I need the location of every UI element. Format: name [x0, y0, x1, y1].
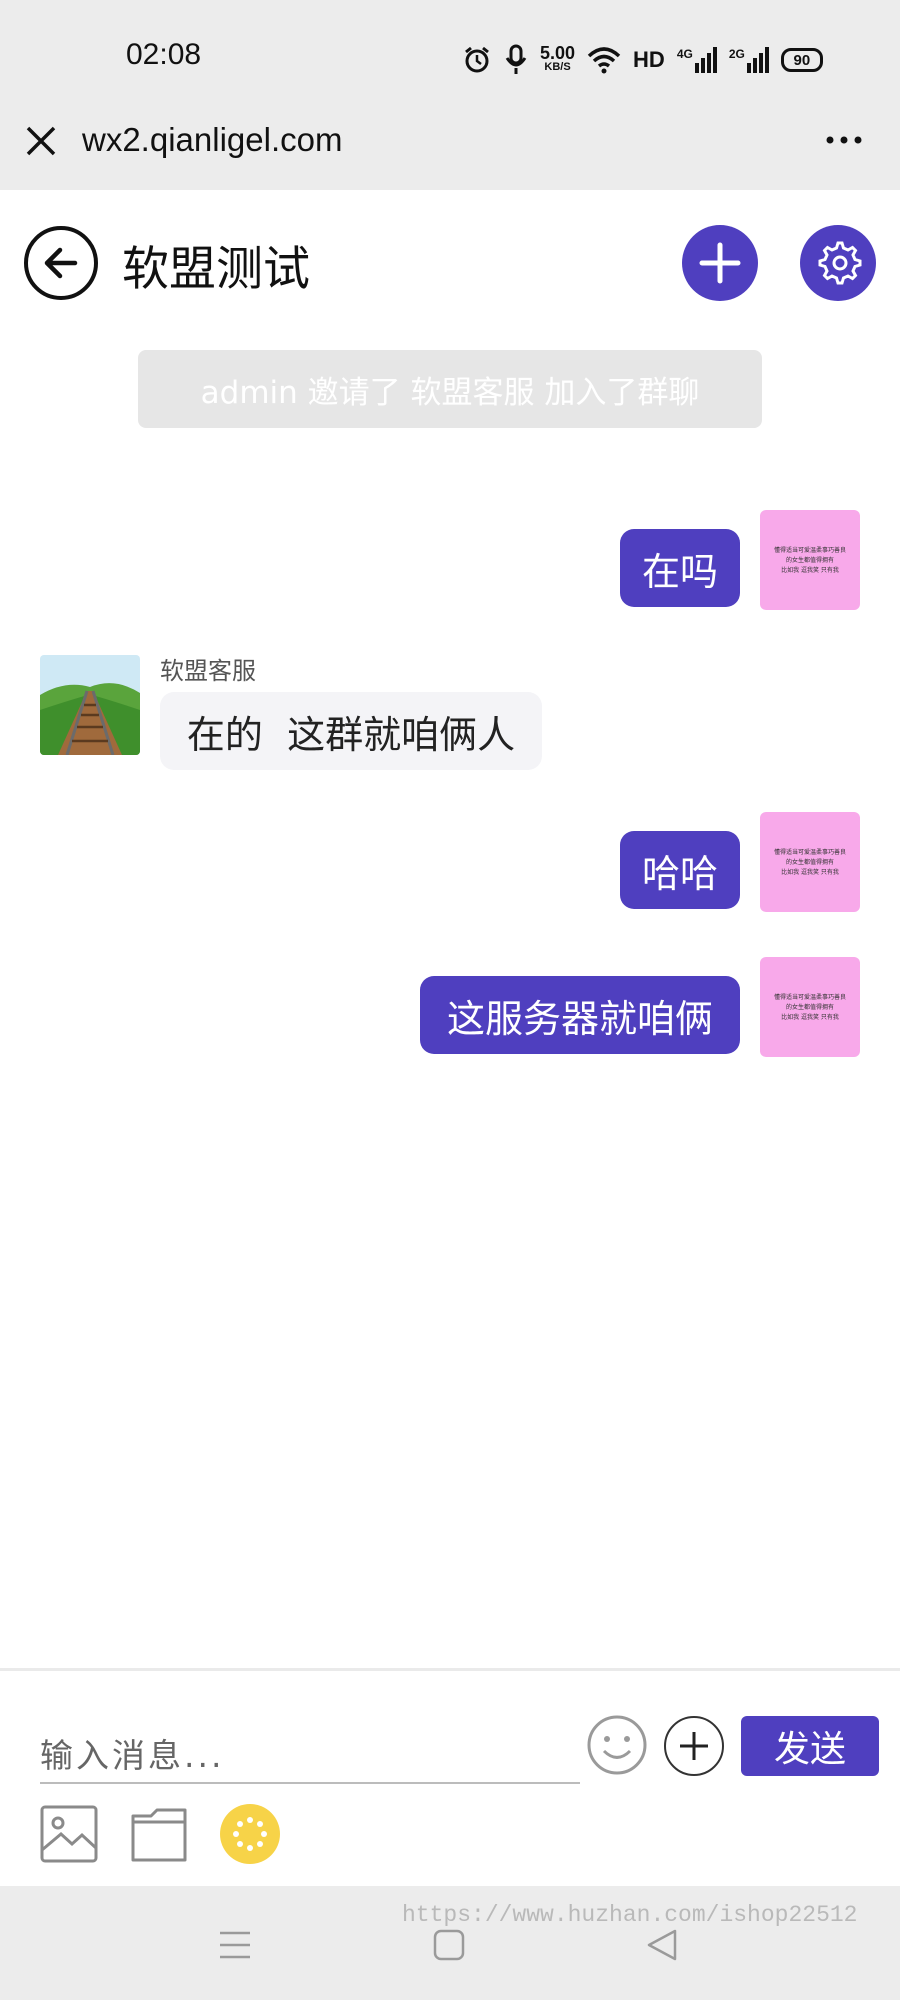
message-bubble-mine[interactable]: 这服务器就咱俩: [420, 976, 740, 1054]
my-avatar[interactable]: 懂得适当可爱温柔事巧善良 的女生都值得拥有 比如我 逗我笑 只有我: [760, 510, 860, 610]
signal-4g: 4G: [677, 47, 717, 73]
menu-icon[interactable]: [218, 1930, 252, 1960]
arrow-left-icon: [44, 247, 78, 279]
signal-bars-icon: [694, 47, 717, 73]
my-avatar[interactable]: 懂得适当可爱温柔事巧善良 的女生都值得拥有 比如我 逗我笑 只有我: [760, 812, 860, 912]
chat-title: 软盟测试: [122, 242, 310, 297]
more-actions-button[interactable]: [664, 1716, 724, 1776]
add-member-button[interactable]: [682, 225, 758, 301]
close-icon[interactable]: [22, 122, 60, 160]
watermark-text: https://www.huzhan.com/ishop22512: [402, 1902, 858, 1928]
status-time: 02:08: [126, 38, 202, 71]
sticker-icon[interactable]: [220, 1804, 280, 1864]
my-avatar[interactable]: 懂得适当可爱温柔事巧善良 的女生都值得拥有 比如我 逗我笑 只有我: [760, 957, 860, 1057]
railway-image: [40, 655, 140, 755]
back-triangle-icon[interactable]: [646, 1928, 678, 1962]
signal-2g: 2G: [729, 47, 769, 73]
microphone-icon: [505, 44, 527, 74]
other-avatar[interactable]: [40, 655, 140, 755]
folder-icon[interactable]: [129, 1804, 189, 1864]
more-options-icon[interactable]: [824, 128, 864, 152]
emoji-icon[interactable]: [586, 1714, 648, 1776]
image-icon[interactable]: [39, 1804, 99, 1864]
system-message: admin 邀请了 软盟客服 加入了群聊: [138, 350, 762, 428]
signal-bars-icon: [746, 47, 769, 73]
message-bubble-mine[interactable]: 哈哈: [620, 831, 740, 909]
hd-indicator: HD: [633, 47, 665, 72]
net-speed: 5.00 KB/S: [540, 43, 576, 73]
footer-divider: [0, 1668, 900, 1671]
gear-icon: [818, 241, 862, 285]
plus-icon: [680, 1732, 708, 1760]
message-bubble-mine[interactable]: 在吗: [620, 529, 740, 607]
plus-icon: [699, 242, 741, 284]
message-bubble-other[interactable]: 在的 这群就咱俩人: [160, 692, 542, 770]
wifi-icon: [587, 47, 621, 74]
home-icon[interactable]: [433, 1929, 465, 1961]
back-button[interactable]: [24, 226, 98, 300]
status-icons: 5.00 KB/S HD 4G 2G 90: [462, 40, 823, 80]
settings-button[interactable]: [800, 225, 876, 301]
battery-icon: 90: [780, 48, 823, 72]
url-text: wx2.qianligel.com: [82, 121, 343, 158]
sender-name: 软盟客服: [160, 657, 256, 685]
alarm-icon: [465, 46, 489, 73]
send-button[interactable]: 发送: [741, 1716, 879, 1776]
message-input[interactable]: [40, 1728, 580, 1784]
